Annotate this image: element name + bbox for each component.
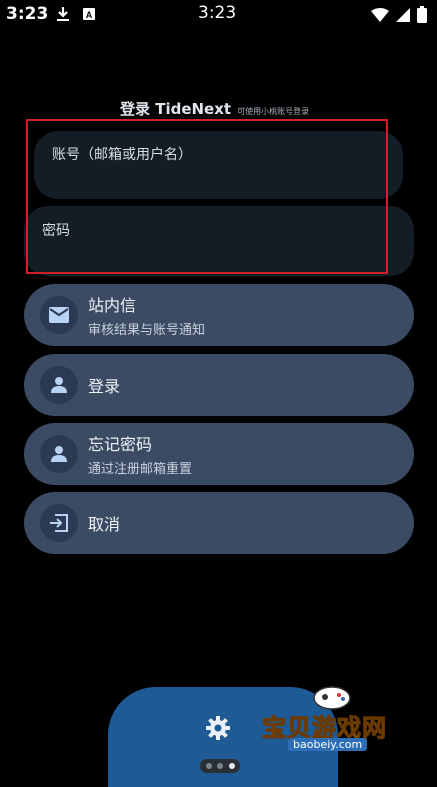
exit-icon xyxy=(40,504,78,542)
forgot-password-title: 忘记密码 xyxy=(88,435,153,454)
password-field[interactable]: 密码 xyxy=(24,206,414,276)
battery-icon xyxy=(417,6,427,27)
wifi-icon xyxy=(371,7,389,26)
download-icon xyxy=(56,6,70,22)
status-icons xyxy=(371,6,427,27)
password-placeholder: 密码 xyxy=(42,223,70,239)
watermark-url: baobeiy.com xyxy=(288,738,368,751)
page-dot xyxy=(217,763,223,769)
inbox-button[interactable]: 站内信 审核结果与账号通知 xyxy=(24,284,414,346)
keyboard-icon: A xyxy=(82,6,96,22)
page-indicator xyxy=(200,759,240,773)
forgot-password-button[interactable]: 忘记密码 通过注册邮箱重置 xyxy=(24,423,414,485)
person-icon xyxy=(40,435,78,473)
forgot-password-subtitle: 通过注册邮箱重置 xyxy=(88,462,193,477)
page-title: 登录 TideNext xyxy=(120,100,232,118)
person-icon xyxy=(40,366,78,404)
inbox-subtitle: 审核结果与账号通知 xyxy=(88,323,206,338)
cancel-button[interactable]: 取消 xyxy=(24,492,414,554)
login-header: 登录 TideNext 可使用小桃账号登录 xyxy=(120,98,309,119)
page-dot-active xyxy=(228,763,235,769)
login-label: 登录 xyxy=(88,377,121,396)
inbox-title: 站内信 xyxy=(88,296,137,315)
status-bar: 3:23 A 3:23 xyxy=(0,0,437,30)
svg-text:A: A xyxy=(86,10,93,20)
page-subtitle: 可使用小桃账号登录 xyxy=(237,107,310,116)
account-field[interactable]: 账号（邮箱或用户名） xyxy=(34,131,403,199)
cancel-label: 取消 xyxy=(88,515,121,534)
gear-icon[interactable] xyxy=(206,716,230,744)
status-time-center: 3:23 xyxy=(198,3,237,23)
page-dot xyxy=(205,763,212,769)
mail-icon xyxy=(40,296,78,334)
login-button[interactable]: 登录 xyxy=(24,354,414,416)
account-placeholder: 账号（邮箱或用户名） xyxy=(52,147,192,163)
signal-icon xyxy=(395,7,411,27)
status-time: 3:23 xyxy=(6,4,49,24)
